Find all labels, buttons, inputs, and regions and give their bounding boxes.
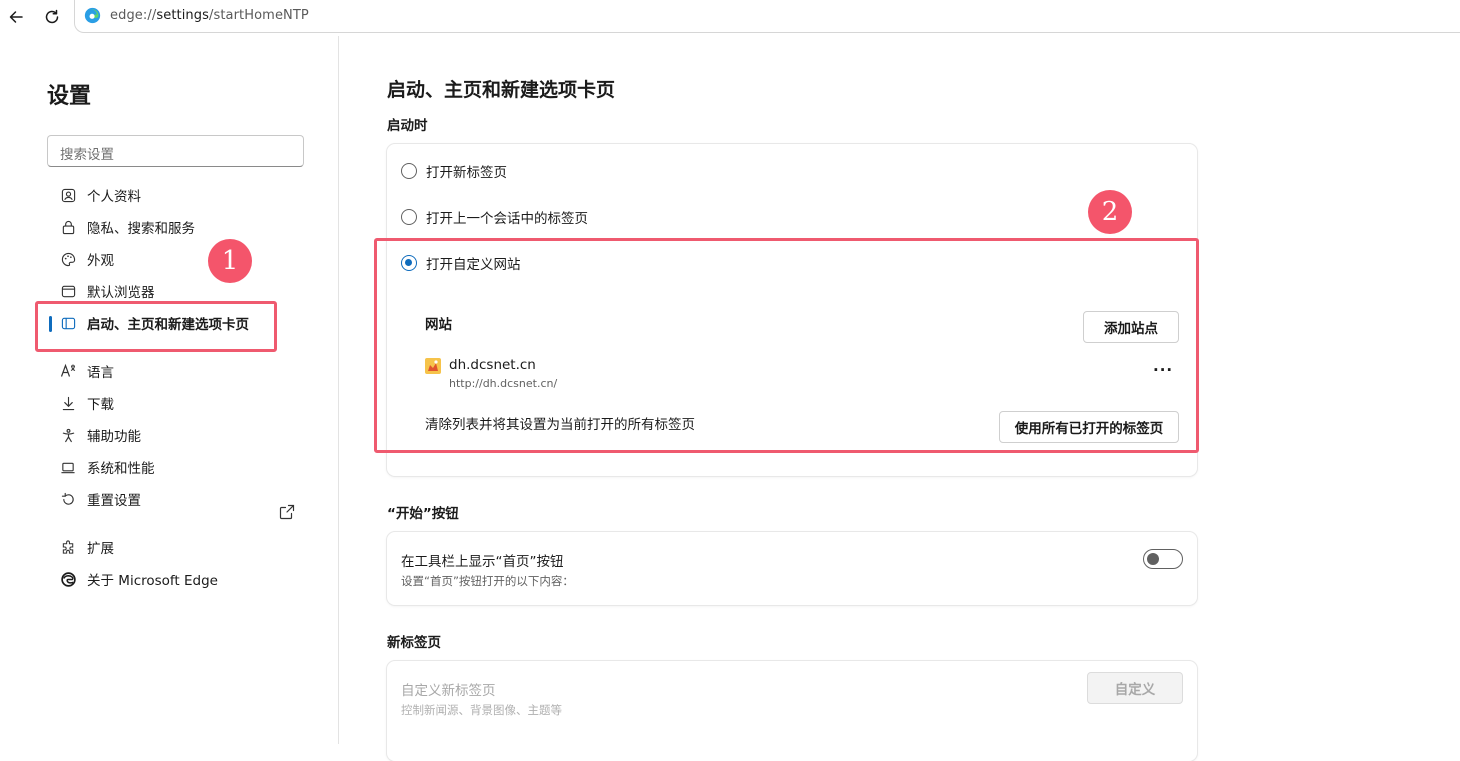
sidebar-item-label: 隐私、搜索和服务 — [87, 221, 195, 237]
radio-button[interactable] — [401, 163, 417, 179]
annotation-marker-2: 2 — [1088, 190, 1132, 234]
customize-new-tab-description: 控制新闻源、背景图像、主题等 — [401, 703, 562, 717]
home-button-section-label: “开始”按钮 — [387, 506, 459, 522]
customize-new-tab-title: 自定义新标签页 — [401, 683, 496, 699]
reset-icon — [60, 491, 76, 507]
back-arrow-icon — [9, 11, 23, 23]
sidebar-item-label: 关于 Microsoft Edge — [87, 573, 218, 589]
sidebar-item-extensions[interactable]: 扩展 — [60, 533, 300, 561]
sidebar-item-profile[interactable]: 个人资料 — [60, 181, 300, 209]
sidebar-item-reset[interactable]: 重置设置 — [60, 485, 300, 513]
radio-label: 打开上一个会话中的标签页 — [426, 211, 588, 227]
radio-open-previous-tabs[interactable]: 打开上一个会话中的标签页 — [401, 207, 588, 227]
sidebar-item-about[interactable]: 关于 Microsoft Edge — [60, 565, 300, 593]
radio-open-new-tab[interactable]: 打开新标签页 — [401, 161, 507, 181]
laptop-icon — [60, 459, 76, 475]
toggle-knob — [1147, 553, 1159, 565]
sidebar-item-label: 重置设置 — [87, 493, 141, 509]
address-bar[interactable]: edge://settings/startHomeNTP — [74, 0, 1460, 33]
external-link-icon[interactable] — [279, 504, 295, 520]
annotation-marker-1: 1 — [208, 239, 252, 283]
sidebar-item-label: 个人资料 — [87, 189, 141, 205]
page-title: 启动、主页和新建选项卡页 — [387, 79, 616, 101]
edge-logo-icon — [84, 7, 101, 24]
annotation-box-1 — [35, 301, 277, 352]
puzzle-icon — [60, 539, 76, 555]
sidebar-item-label: 外观 — [87, 253, 114, 269]
sidebar-item-accessibility[interactable]: 辅助功能 — [60, 421, 300, 449]
lock-icon — [60, 219, 76, 235]
browser-toolbar: edge://settings/startHomeNTP — [0, 0, 1460, 36]
back-button[interactable] — [3, 4, 29, 30]
sidebar-item-label: 扩展 — [87, 541, 114, 557]
home-button-title: 在工具栏上显示“首页”按钮 — [401, 554, 564, 570]
radio-label: 打开新标签页 — [426, 165, 507, 181]
sidebar-item-label: 系统和性能 — [87, 461, 155, 477]
edge-logo-icon — [60, 571, 76, 587]
sidebar-item-language[interactable]: 语言 — [60, 357, 300, 385]
customize-button[interactable]: 自定义 — [1087, 672, 1183, 704]
sidebar-item-label: 语言 — [87, 365, 114, 381]
startup-section-label: 启动时 — [387, 118, 428, 134]
annotation-box-2 — [374, 238, 1199, 453]
browser-icon — [60, 283, 76, 299]
refresh-button[interactable] — [39, 4, 65, 30]
url-text: edge://settings/startHomeNTP — [110, 8, 309, 23]
search-placeholder: 搜索设置 — [60, 147, 114, 163]
new-tab-section-label: 新标签页 — [387, 635, 441, 651]
language-icon — [60, 363, 76, 379]
refresh-icon — [45, 9, 59, 24]
accessibility-icon — [60, 427, 76, 443]
sidebar-item-downloads[interactable]: 下载 — [60, 389, 300, 417]
palette-icon — [60, 251, 76, 267]
sidebar-item-label: 辅助功能 — [87, 429, 141, 445]
sidebar-item-privacy[interactable]: 隐私、搜索和服务 — [60, 213, 300, 241]
sidebar-item-label: 下载 — [87, 397, 114, 413]
home-button-description: 设置“首页”按钮打开的以下内容： — [401, 574, 574, 588]
sidebar-item-label: 默认浏览器 — [87, 285, 155, 301]
sidebar-item-appearance[interactable]: 外观 — [60, 245, 300, 273]
radio-button[interactable] — [401, 209, 417, 225]
sidebar-item-system[interactable]: 系统和性能 — [60, 453, 300, 481]
home-button-toggle[interactable] — [1143, 549, 1183, 569]
profile-icon — [60, 187, 76, 203]
search-input[interactable]: 搜索设置 — [47, 135, 304, 167]
sidebar-title: 设置 — [47, 84, 92, 109]
download-icon — [60, 395, 76, 411]
